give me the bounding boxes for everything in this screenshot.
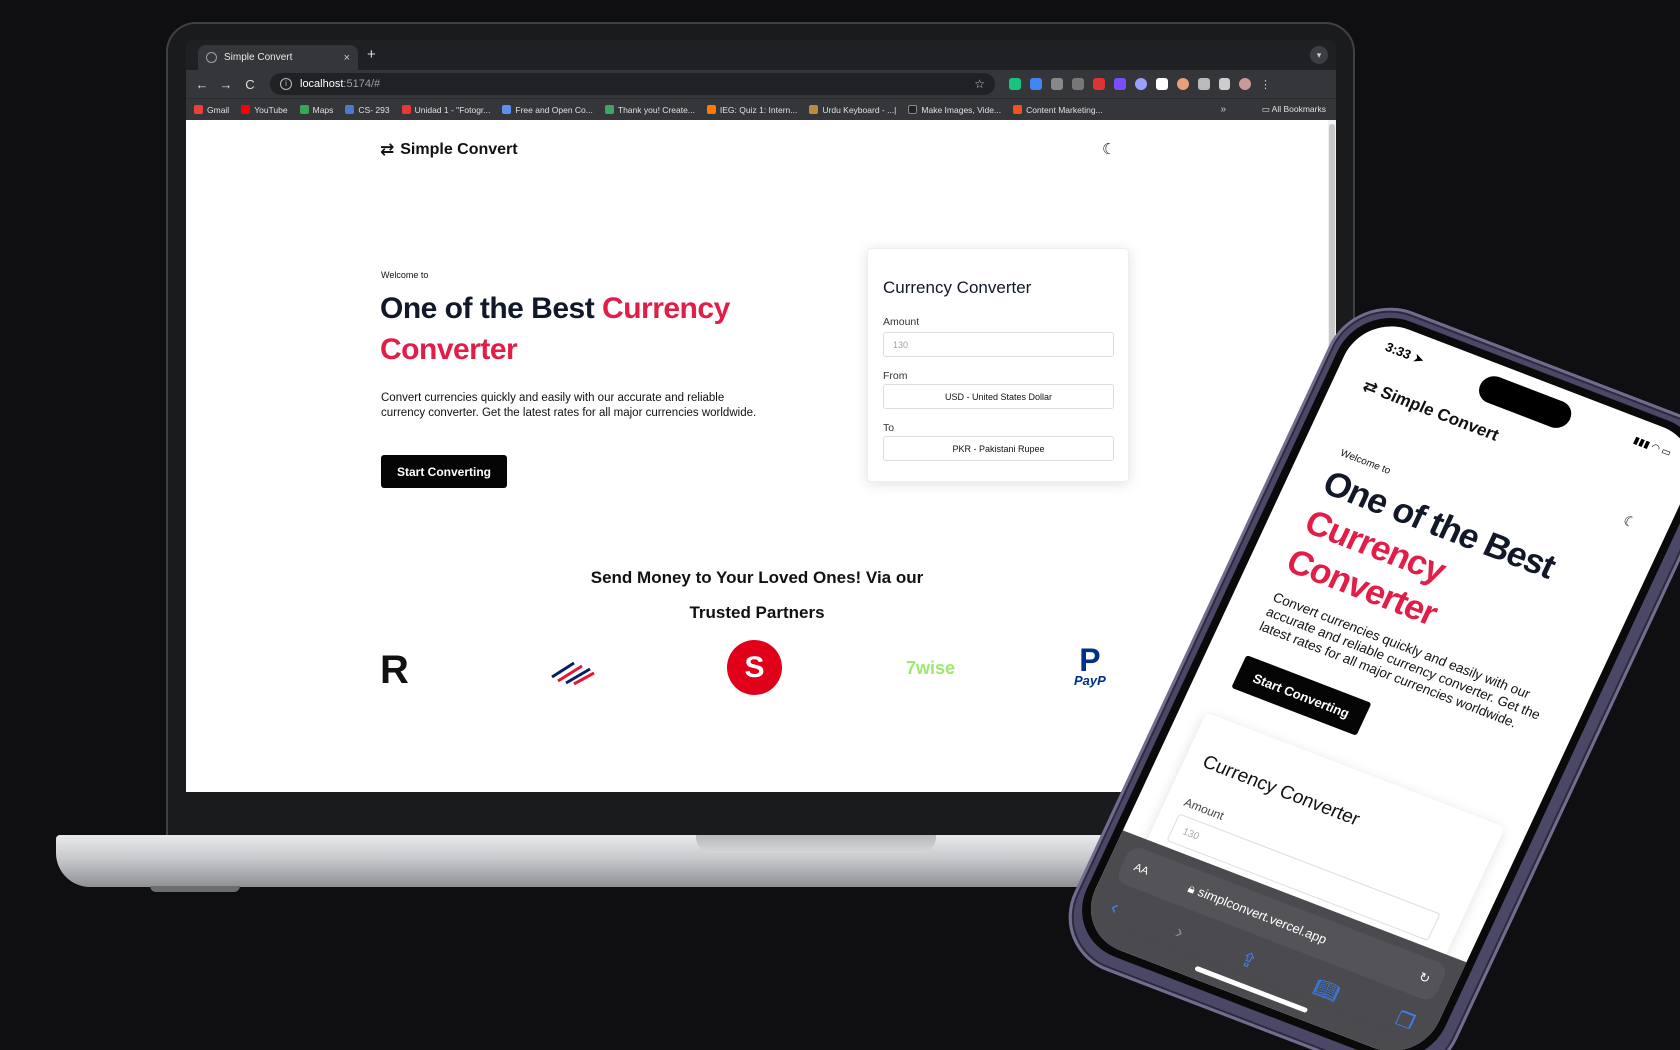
formula-icon[interactable] — [1051, 78, 1063, 90]
laptop-screen: Simple Convert × + ▾ ← → C i localhost :… — [186, 40, 1336, 792]
bookmark-item[interactable]: Gmail — [194, 105, 229, 115]
dark-mode-toggle-icon[interactable]: ☾ — [1102, 140, 1115, 158]
amount-label: Amount — [883, 316, 920, 328]
hero-description: Convert currencies quickly and easily wi… — [381, 392, 757, 419]
from-currency-select[interactable]: USD - United States Dollar — [883, 384, 1114, 409]
swap-arrows-icon: ⇄ — [380, 140, 395, 159]
forward-button[interactable]: → — [214, 77, 238, 92]
download-icon[interactable] — [1219, 78, 1230, 90]
extension-icon[interactable] — [1156, 78, 1168, 90]
new-tab-button[interactable]: + — [367, 46, 376, 63]
extension-icon[interactable] — [1114, 78, 1126, 90]
bookmark-item[interactable]: Free and Open Co... — [502, 105, 593, 115]
url-host: localhost — [300, 78, 344, 90]
avatar[interactable] — [1239, 78, 1251, 90]
paypal-logo: P PayP — [1074, 642, 1106, 688]
extension-icon[interactable] — [1009, 78, 1021, 90]
url-path: :5174/# — [343, 78, 381, 90]
from-label: From — [883, 370, 908, 382]
translate-icon[interactable] — [1030, 78, 1042, 90]
laptop-foot — [150, 886, 240, 892]
partners-heading-line1: Send Money to Your Loved Ones! Via our — [590, 568, 924, 587]
browser-toolbar: ← → C i localhost :5174/# ☆ ⋮ — [186, 70, 1336, 98]
brand-name: Simple Convert — [400, 141, 518, 158]
converter-card: Currency Converter Amount 130 From USD -… — [867, 248, 1129, 482]
globe-icon — [206, 52, 217, 63]
paypal-mark: P — [1079, 642, 1101, 678]
eyedropper-icon[interactable] — [1093, 78, 1105, 90]
to-label: To — [883, 422, 895, 434]
start-converting-button[interactable]: Start Converting — [381, 455, 507, 488]
bookmark-item[interactable]: IEG: Quiz 1: Intern... — [706, 105, 797, 115]
close-tab-icon[interactable]: × — [344, 52, 350, 64]
bookmark-item[interactable]: Maps — [299, 105, 333, 115]
tabs-icon[interactable]: ❐ — [1391, 1006, 1418, 1035]
tab-search-icon[interactable]: ▾ — [1310, 46, 1328, 64]
tab-strip: Simple Convert × + ▾ — [186, 40, 1336, 70]
converter-title: Currency Converter — [1199, 751, 1363, 831]
status-icons: ▮▮▮ ◠ ▭ — [1631, 435, 1673, 460]
bookmarks-icon[interactable]: 📖︎ — [1309, 975, 1343, 1007]
partners-heading-line2: Trusted Partners — [689, 603, 825, 622]
browser-tab[interactable]: Simple Convert × — [198, 45, 358, 70]
reload-icon[interactable]: ↻ — [1416, 969, 1433, 987]
tab-title: Simple Convert — [224, 52, 293, 63]
bookmark-item[interactable]: Content Marketing... — [1013, 105, 1103, 115]
extension-icon[interactable] — [1177, 78, 1189, 90]
site-logo[interactable]: ⇄ Simple Convert — [380, 140, 518, 160]
reload-button[interactable]: C — [238, 77, 262, 92]
extension-icon[interactable] — [1072, 78, 1084, 90]
converter-title: Currency Converter — [883, 278, 1032, 297]
sparkasse-logo: S — [727, 640, 782, 695]
all-bookmarks-button[interactable]: ▭ All Bookmarks — [1262, 104, 1326, 115]
web-page: ⇄ Simple Convert ☾ Welcome to One of the… — [186, 120, 1336, 792]
reader-options-button[interactable]: AA — [1132, 861, 1151, 877]
amount-input[interactable]: 130 — [883, 332, 1114, 357]
bookmark-item[interactable]: Urdu Keyboard - ...| — [809, 105, 896, 115]
bookmarks-bar: Gmail YouTube Maps CS- 293 Unidad 1 - "F… — [186, 98, 1336, 120]
forward-button[interactable]: › — [1170, 921, 1188, 946]
device-mockup: Simple Convert × + ▾ ← → C i localhost :… — [0, 0, 1680, 1050]
swap-arrows-icon: ⇄ — [1359, 375, 1382, 399]
bookmark-item[interactable]: CS- 293 — [345, 105, 390, 115]
status-time: 3:33 ➤ — [1382, 339, 1428, 368]
bookmarks-overflow-button[interactable]: » — [1220, 104, 1226, 115]
hero-heading: One of the Best Currency Converter — [380, 292, 730, 366]
wise-logo: 7wise — [906, 658, 956, 678]
paypal-wordmark: PayP — [1074, 673, 1106, 688]
revolut-logo: R — [380, 648, 409, 692]
back-button[interactable]: ← — [190, 77, 214, 92]
menu-dots-icon[interactable]: ⋮ — [1260, 78, 1271, 91]
laptop-base-notch — [696, 835, 936, 853]
bookmark-item[interactable]: Thank you! Create... — [604, 105, 695, 115]
welcome-text: Welcome to — [381, 270, 429, 280]
bank-of-america-logo — [548, 657, 596, 685]
bookmark-item[interactable]: Make Images, Vide... — [908, 105, 1001, 115]
bookmark-item[interactable]: YouTube — [241, 105, 288, 115]
bookmark-item[interactable]: Unidad 1 - "Fotogr... — [401, 105, 490, 115]
share-icon[interactable]: ⇪ — [1235, 946, 1261, 975]
discord-icon[interactable] — [1135, 78, 1147, 90]
dark-mode-toggle-icon[interactable]: ☾ — [1620, 512, 1640, 532]
address-bar[interactable]: i localhost :5174/# ☆ — [270, 73, 995, 95]
extensions-area: ⋮ — [1009, 78, 1271, 91]
back-button[interactable]: ‹ — [1106, 896, 1123, 921]
puzzle-icon[interactable] — [1198, 78, 1210, 90]
to-currency-select[interactable]: PKR - Pakistani Rupee — [883, 436, 1114, 461]
site-info-icon[interactable]: i — [280, 78, 292, 90]
bookmark-star-icon[interactable]: ☆ — [974, 77, 985, 91]
